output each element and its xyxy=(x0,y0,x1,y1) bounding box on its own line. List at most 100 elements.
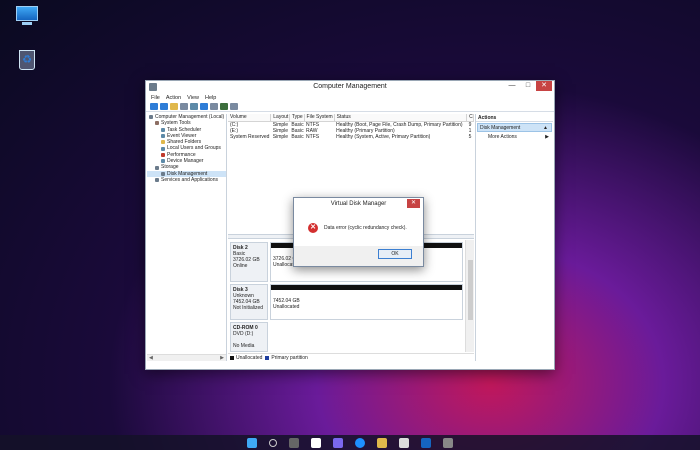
volume-list: Volume Layout Type File System Status C (C:) Si… xyxy=(228,114,474,140)
unallocated-partition[interactable]: 7452.04 GB Unallocated xyxy=(270,284,463,320)
edge-icon[interactable] xyxy=(355,437,365,448)
column-header[interactable]: Type xyxy=(289,114,305,122)
legend: Unallocated Primary partition xyxy=(228,353,474,361)
menu-view[interactable]: View xyxy=(187,95,199,101)
dialog-close-button[interactable]: ✕ xyxy=(407,199,420,208)
tree-item-label: Services and Applications xyxy=(161,176,218,183)
table-cell: Simple xyxy=(272,121,289,128)
disk-label[interactable]: Disk 3 Unknown 7452.04 GB Not Initialize… xyxy=(230,284,268,320)
table-cell: System Reserved xyxy=(230,133,270,140)
tree-node-icon xyxy=(161,140,165,145)
taskbar xyxy=(0,435,700,450)
column-header[interactable]: Status xyxy=(334,114,468,122)
settings-icon[interactable] xyxy=(443,437,453,448)
more-actions[interactable]: More Actions ▶ xyxy=(476,133,553,141)
chevron-right-icon: ▶ xyxy=(545,134,549,140)
table-cell: Healthy (System, Active, Primary Partiti… xyxy=(336,133,431,140)
disk-label[interactable]: Disk 2 Basic 3726.02 GB Online xyxy=(230,242,268,282)
tree-node-icon xyxy=(161,171,165,176)
menu-help[interactable]: Help xyxy=(205,95,216,101)
column-header[interactable]: Layout xyxy=(270,114,290,122)
disk-status: No Media xyxy=(233,343,255,349)
tree-node-icon xyxy=(161,127,165,132)
dialog-body: ✕ Data error (cyclic redundancy check). xyxy=(294,210,423,246)
tree-node-icon xyxy=(161,134,165,139)
settings-icon[interactable] xyxy=(230,103,238,110)
actions-section[interactable]: Disk Management ▲ xyxy=(477,123,552,132)
menu-bar: File Action View Help xyxy=(146,93,554,102)
task-view-icon[interactable] xyxy=(289,437,299,448)
error-dialog: Virtual Disk Manager ✕ ✕ Data error (cyc… xyxy=(293,197,424,267)
tree-node-icon xyxy=(155,121,159,126)
actions-header: Actions xyxy=(476,114,553,122)
column-header[interactable]: File System xyxy=(304,114,335,122)
search-icon[interactable] xyxy=(269,438,277,447)
table-cell: 5 xyxy=(468,133,472,140)
table-cell: Basic xyxy=(291,121,304,128)
tree-node-icon xyxy=(155,165,159,170)
widgets-icon[interactable] xyxy=(311,437,321,448)
cdrom-row[interactable]: CD-ROM 0 DVD (D:) No Media xyxy=(230,322,463,352)
recycle-bin-icon[interactable]: ♻ xyxy=(14,50,40,76)
primary-swatch xyxy=(265,355,270,360)
menu-action[interactable]: Action xyxy=(166,95,181,101)
error-icon: ✕ xyxy=(308,223,318,233)
table-cell: Healthy (Boot, Page File, Crash Dump, Pr… xyxy=(336,121,463,128)
maximize-button[interactable]: □ xyxy=(520,81,536,91)
tree-node-icon xyxy=(161,152,165,157)
title-bar[interactable]: Computer Management — □ ✕ xyxy=(146,81,554,93)
help-icon[interactable] xyxy=(200,103,208,110)
dialog-title-bar[interactable]: Virtual Disk Manager ✕ xyxy=(294,198,423,210)
chat-icon[interactable] xyxy=(333,437,343,448)
store-icon[interactable] xyxy=(399,437,409,448)
legend-unallocated: Unallocated xyxy=(236,354,263,361)
tree-node-icon xyxy=(161,159,165,164)
more-actions-label: More Actions xyxy=(488,134,517,140)
column-header[interactable]: Volume xyxy=(228,114,272,122)
disk-label[interactable]: CD-ROM 0 DVD (D:) No Media xyxy=(230,322,268,352)
up-folder-icon[interactable] xyxy=(170,103,178,110)
disk-status: Online xyxy=(233,263,248,269)
minimize-button[interactable]: — xyxy=(504,81,520,91)
file-explorer-icon[interactable] xyxy=(377,437,387,448)
table-cell: Basic xyxy=(291,133,304,140)
tree-node-icon xyxy=(155,178,159,183)
disk-map-scrollbar[interactable] xyxy=(465,240,474,352)
disk-status: Not Initialized xyxy=(233,305,264,311)
disk-view-icon[interactable] xyxy=(210,103,218,110)
collapse-icon[interactable]: ▲ xyxy=(543,124,548,131)
table-cell: Basic xyxy=(291,127,304,134)
dialog-title: Virtual Disk Manager xyxy=(330,201,387,207)
cdrom-partition[interactable] xyxy=(270,322,463,352)
tree-node-icon xyxy=(161,146,165,151)
partition-status: Unallocated xyxy=(273,304,300,310)
toolbar xyxy=(146,102,554,112)
properties-icon[interactable] xyxy=(190,103,198,110)
forward-icon[interactable] xyxy=(160,103,168,110)
table-cell: Simple xyxy=(272,127,289,134)
window-title: Computer Management xyxy=(313,83,387,90)
tree-node-icon xyxy=(149,115,153,120)
unallocated-swatch xyxy=(230,355,234,360)
actions-section-label: Disk Management xyxy=(480,125,521,131)
disk-type: DVD (D:) xyxy=(233,331,254,337)
table-cell: NTFS xyxy=(306,133,320,140)
this-pc-icon[interactable] xyxy=(14,6,40,32)
tree-scrollbar[interactable]: ◀ ▶ xyxy=(147,354,226,361)
start-icon[interactable] xyxy=(247,437,257,448)
menu-file[interactable]: File xyxy=(151,95,160,101)
mail-icon[interactable] xyxy=(421,437,431,448)
tree-item[interactable]: Services and Applications xyxy=(147,177,226,183)
actions-pane: Actions Disk Management ▲ More Actions ▶ xyxy=(475,114,553,361)
table-cell: Simple xyxy=(272,133,289,140)
back-icon[interactable] xyxy=(150,103,158,110)
dialog-message: Data error (cyclic redundancy check). xyxy=(324,225,407,231)
show-hide-tree-icon[interactable] xyxy=(180,103,188,110)
export-list-icon[interactable] xyxy=(220,103,228,110)
legend-primary: Primary partition xyxy=(271,354,308,361)
close-button[interactable]: ✕ xyxy=(536,81,552,91)
ok-button[interactable]: OK xyxy=(378,249,412,259)
table-row[interactable]: System Reserved Simple Basic NTFS Healthy (S… xyxy=(228,134,474,140)
column-header[interactable]: C xyxy=(466,114,474,122)
disk-row-3[interactable]: Disk 3 Unknown 7452.04 GB Not Initialize… xyxy=(230,284,463,320)
